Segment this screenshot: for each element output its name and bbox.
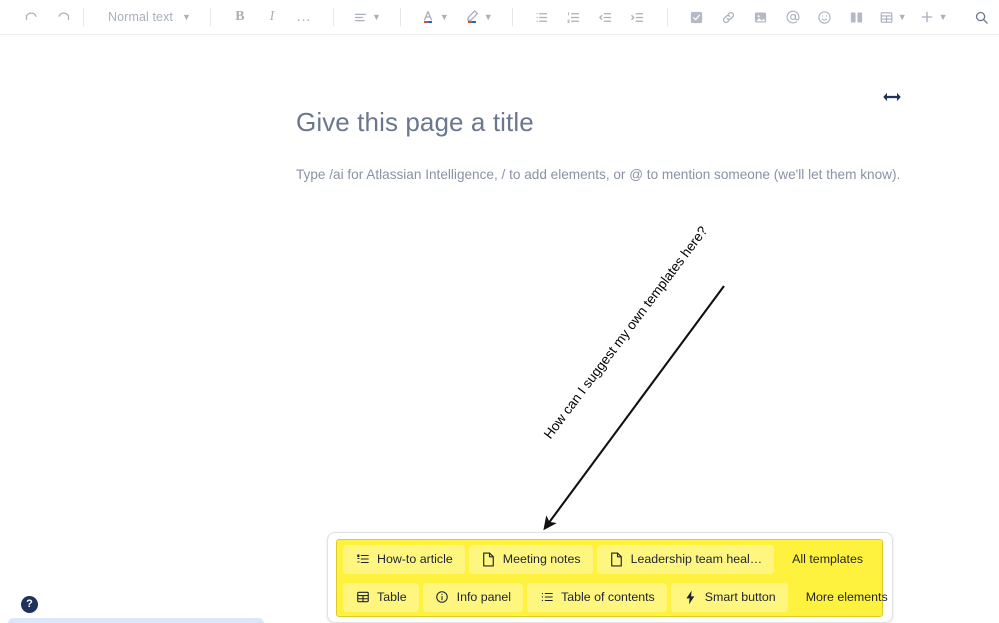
highlight-color-dropdown[interactable]: ▼ xyxy=(461,4,496,30)
bottom-progress-bar xyxy=(8,618,264,623)
bullet-list-icon xyxy=(534,10,549,25)
table-icon xyxy=(879,10,894,25)
all-templates-button[interactable]: All templates xyxy=(778,545,877,574)
numbered-list-button[interactable] xyxy=(561,4,587,30)
template-row-templates: How-to article Meeting notes Leadership … xyxy=(343,544,876,574)
undo-icon xyxy=(24,10,39,25)
element-button-smart-button[interactable]: Smart button xyxy=(670,582,788,612)
annotation-text: How can I suggest my own templates here? xyxy=(538,220,714,445)
layout-columns-icon xyxy=(849,10,864,25)
more-formatting-button[interactable]: … xyxy=(291,4,317,30)
indent-icon xyxy=(630,10,645,25)
toolbar-divider xyxy=(511,8,513,26)
italic-button[interactable]: I xyxy=(259,4,285,30)
info-circle-icon xyxy=(435,590,450,605)
text-color-icon xyxy=(420,9,436,25)
element-label: Smart button xyxy=(704,590,776,604)
toolbar-divider xyxy=(666,8,668,26)
more-elements-label: More elements xyxy=(805,590,888,604)
outdent-icon xyxy=(598,10,613,25)
bold-icon: B xyxy=(235,9,245,24)
numbered-list-icon xyxy=(566,10,581,25)
insert-dropdown[interactable]: ▼ xyxy=(916,4,951,30)
template-highlight-overlay: How-to article Meeting notes Leadership … xyxy=(336,539,888,617)
template-label: Meeting notes xyxy=(502,552,581,566)
chevron-down-icon: ▼ xyxy=(483,11,493,22)
document-icon xyxy=(609,551,624,567)
expand-horizontal-icon[interactable] xyxy=(881,88,903,106)
task-button[interactable] xyxy=(684,4,710,30)
more-elements-button[interactable]: More elements xyxy=(792,583,902,612)
element-button-info-panel[interactable]: Info panel xyxy=(422,582,524,612)
page-body-placeholder[interactable]: Type /ai for Atlassian Intelligence, / t… xyxy=(296,167,900,182)
undo-button[interactable] xyxy=(18,4,44,30)
how-to-article-icon xyxy=(355,552,370,567)
layout-button[interactable] xyxy=(844,4,870,30)
editor-canvas: Give this page a title Type /ai for Atla… xyxy=(0,36,999,623)
bullet-list-button[interactable] xyxy=(529,4,555,30)
text-align-icon xyxy=(353,10,368,25)
element-label: Table xyxy=(377,590,407,604)
template-row-elements: Table Info panel Table of contents Smart… xyxy=(343,582,888,612)
link-button[interactable] xyxy=(716,4,742,30)
image-button[interactable] xyxy=(748,4,774,30)
text-style-dropdown[interactable]: Normal text ▼ xyxy=(100,4,194,30)
element-label: Info panel xyxy=(456,590,512,604)
task-checkbox-icon xyxy=(689,10,704,25)
indent-button[interactable] xyxy=(625,4,651,30)
italic-icon: I xyxy=(269,9,275,24)
highlight-color-icon xyxy=(464,9,480,25)
page-title[interactable]: Give this page a title xyxy=(296,107,534,138)
chevron-down-icon: ▼ xyxy=(182,11,191,22)
toolbar-divider xyxy=(399,8,401,26)
image-icon xyxy=(753,10,768,25)
template-button-how-to-article[interactable]: How-to article xyxy=(343,544,465,574)
chevron-down-icon: ▼ xyxy=(439,11,449,22)
search-icon xyxy=(974,10,989,25)
all-templates-label: All templates xyxy=(792,552,864,566)
toolbar-divider xyxy=(209,8,211,26)
text-style-label: Normal text xyxy=(108,10,174,24)
lightning-bolt-icon xyxy=(683,590,698,605)
chevron-down-icon: ▼ xyxy=(938,11,948,22)
table-icon xyxy=(355,590,370,605)
toolbar-divider xyxy=(332,8,334,26)
ellipsis-icon: … xyxy=(295,8,312,25)
template-suggestion-panel: How-to article Meeting notes Leadership … xyxy=(327,532,893,623)
template-button-meeting-notes[interactable]: Meeting notes xyxy=(468,544,593,574)
template-button-leadership-team-health[interactable]: Leadership team heal… xyxy=(596,544,775,574)
chevron-down-icon: ▼ xyxy=(897,11,907,22)
element-button-table[interactable]: Table xyxy=(343,582,419,612)
table-dropdown[interactable]: ▼ xyxy=(876,4,910,30)
template-label: Leadership team heal… xyxy=(630,552,763,566)
search-button[interactable] xyxy=(969,4,995,30)
mention-at-icon xyxy=(785,9,801,25)
help-button[interactable]: ? xyxy=(21,596,38,613)
outdent-button[interactable] xyxy=(593,4,619,30)
plus-icon xyxy=(919,9,935,25)
mention-button[interactable] xyxy=(780,4,806,30)
confluence-editor-window: Normal text ▼ B I … ▼ ▼ ▼ ▼ ▼ Give this … xyxy=(0,0,999,623)
text-color-dropdown[interactable]: ▼ xyxy=(417,4,452,30)
editor-toolbar: Normal text ▼ B I … ▼ ▼ ▼ ▼ ▼ xyxy=(0,0,999,35)
link-icon xyxy=(721,10,736,25)
emoji-button[interactable] xyxy=(812,4,838,30)
toolbar-divider xyxy=(83,8,84,26)
bold-button[interactable]: B xyxy=(227,4,253,30)
element-button-table-of-contents[interactable]: Table of contents xyxy=(527,582,667,612)
redo-icon xyxy=(56,10,71,25)
table-of-contents-icon xyxy=(539,590,554,605)
chevron-down-icon: ▼ xyxy=(371,11,381,22)
text-align-dropdown[interactable]: ▼ xyxy=(350,4,384,30)
emoji-icon xyxy=(817,10,832,25)
template-label: How-to article xyxy=(377,552,453,566)
document-icon xyxy=(481,551,496,567)
redo-button[interactable] xyxy=(50,4,76,30)
element-label: Table of contents xyxy=(561,590,655,604)
